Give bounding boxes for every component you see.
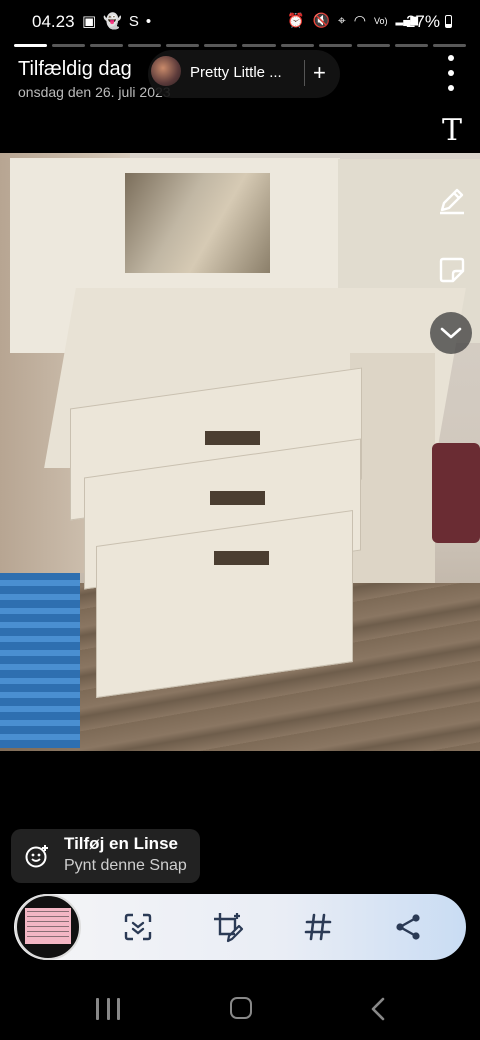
lens-subtitle[interactable]: Pynt denne Snap [64, 857, 187, 875]
battery-percent: 27% [405, 12, 440, 31]
text-tool-icon[interactable]: T [436, 113, 468, 148]
recent-apps-button[interactable] [96, 998, 120, 1020]
snap-thumbnail[interactable] [15, 894, 81, 960]
progress-segment [166, 44, 200, 47]
status-left-icons: ▣ 👻 S • [82, 12, 152, 31]
chevron-down-icon[interactable] [430, 312, 472, 354]
more-options-icon[interactable] [444, 55, 458, 91]
progress-segment [14, 44, 48, 47]
progress-segment [128, 44, 162, 47]
dresser-mirror [125, 173, 270, 273]
thumbnail-text [27, 911, 69, 941]
drawer-handle [205, 431, 260, 445]
lens-smiley-icon[interactable] [25, 844, 49, 868]
dot-icon: • [145, 12, 152, 30]
sound-divider [304, 60, 305, 86]
back-button[interactable] [368, 996, 388, 1022]
snap-photo [0, 153, 480, 751]
pen-tool-icon[interactable] [436, 184, 468, 216]
status-time: 04.23 [32, 12, 75, 31]
wifi-icon: ◠ [353, 12, 367, 28]
image-icon: ▣ [82, 13, 97, 30]
status-bar: 04.23 ▣ 👻 S • ⏰ 🔇 ⌖ ◠ Vo) ▂▄▆ 27% [0, 0, 480, 44]
drawer-handle [210, 491, 265, 505]
status-right-icons: ⏰ 🔇 ⌖ ◠ Vo) ▂▄▆ [287, 12, 418, 29]
progress-segment [394, 44, 428, 47]
dresser-shelf [350, 353, 435, 583]
story-title[interactable]: Tilfældig dag [18, 58, 132, 81]
add-sound-button[interactable]: + [313, 60, 326, 86]
alarm-icon: ⏰ [287, 12, 305, 28]
progress-segment [318, 44, 352, 47]
pouf [432, 443, 480, 543]
sound-title[interactable]: Pretty Little ... [190, 64, 282, 81]
location-icon: ⌖ [337, 12, 346, 28]
progress-segment [280, 44, 314, 47]
progress-segment [242, 44, 276, 47]
s-icon: S [128, 12, 139, 30]
battery-icon [445, 15, 452, 28]
toy-basket [0, 573, 80, 748]
crop-edit-icon[interactable] [210, 909, 246, 945]
hashtag-icon[interactable] [300, 909, 336, 945]
mute-icon: 🔇 [312, 12, 330, 28]
sound-avatar[interactable] [151, 56, 181, 86]
story-progress [14, 44, 466, 47]
story-date: onsdag den 26. juli 2023 [18, 84, 171, 100]
progress-segment [356, 44, 390, 47]
scan-icon[interactable] [120, 909, 156, 945]
progress-segment [90, 44, 124, 47]
progress-segment [432, 44, 466, 47]
snapchat-icon: 👻 [103, 13, 122, 30]
share-icon[interactable] [390, 909, 426, 945]
volte-icon: Vo) [374, 15, 388, 26]
progress-segment [204, 44, 238, 47]
drawer-handle [214, 551, 269, 565]
home-button[interactable] [230, 997, 252, 1019]
sticker-tool-icon[interactable] [436, 254, 468, 286]
lens-title[interactable]: Tilføj en Linse [64, 834, 178, 854]
progress-segment [52, 44, 86, 47]
